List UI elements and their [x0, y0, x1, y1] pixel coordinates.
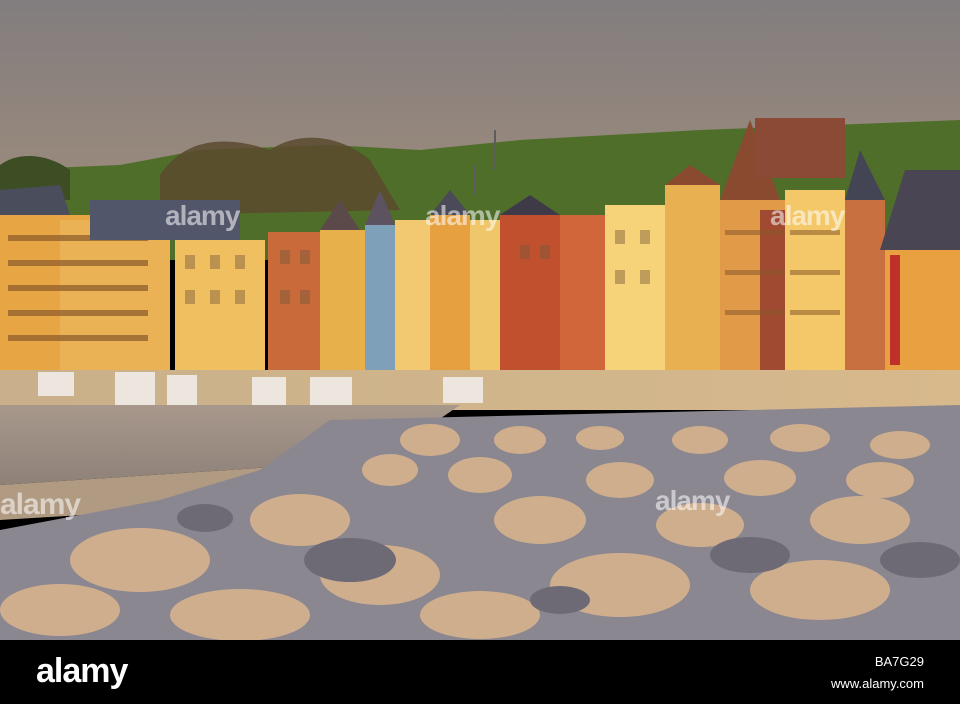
alamy-logo: alamy: [36, 652, 128, 690]
footer-bar: alamy BA7G29 www.alamy.com: [0, 640, 960, 704]
seafront-photo: alamy alamy alamy alamy alamy: [0, 0, 960, 640]
image-id: BA7G29: [874, 654, 924, 669]
site-url: www.alamy.com: [831, 676, 924, 691]
seafront-scene: [0, 0, 960, 640]
